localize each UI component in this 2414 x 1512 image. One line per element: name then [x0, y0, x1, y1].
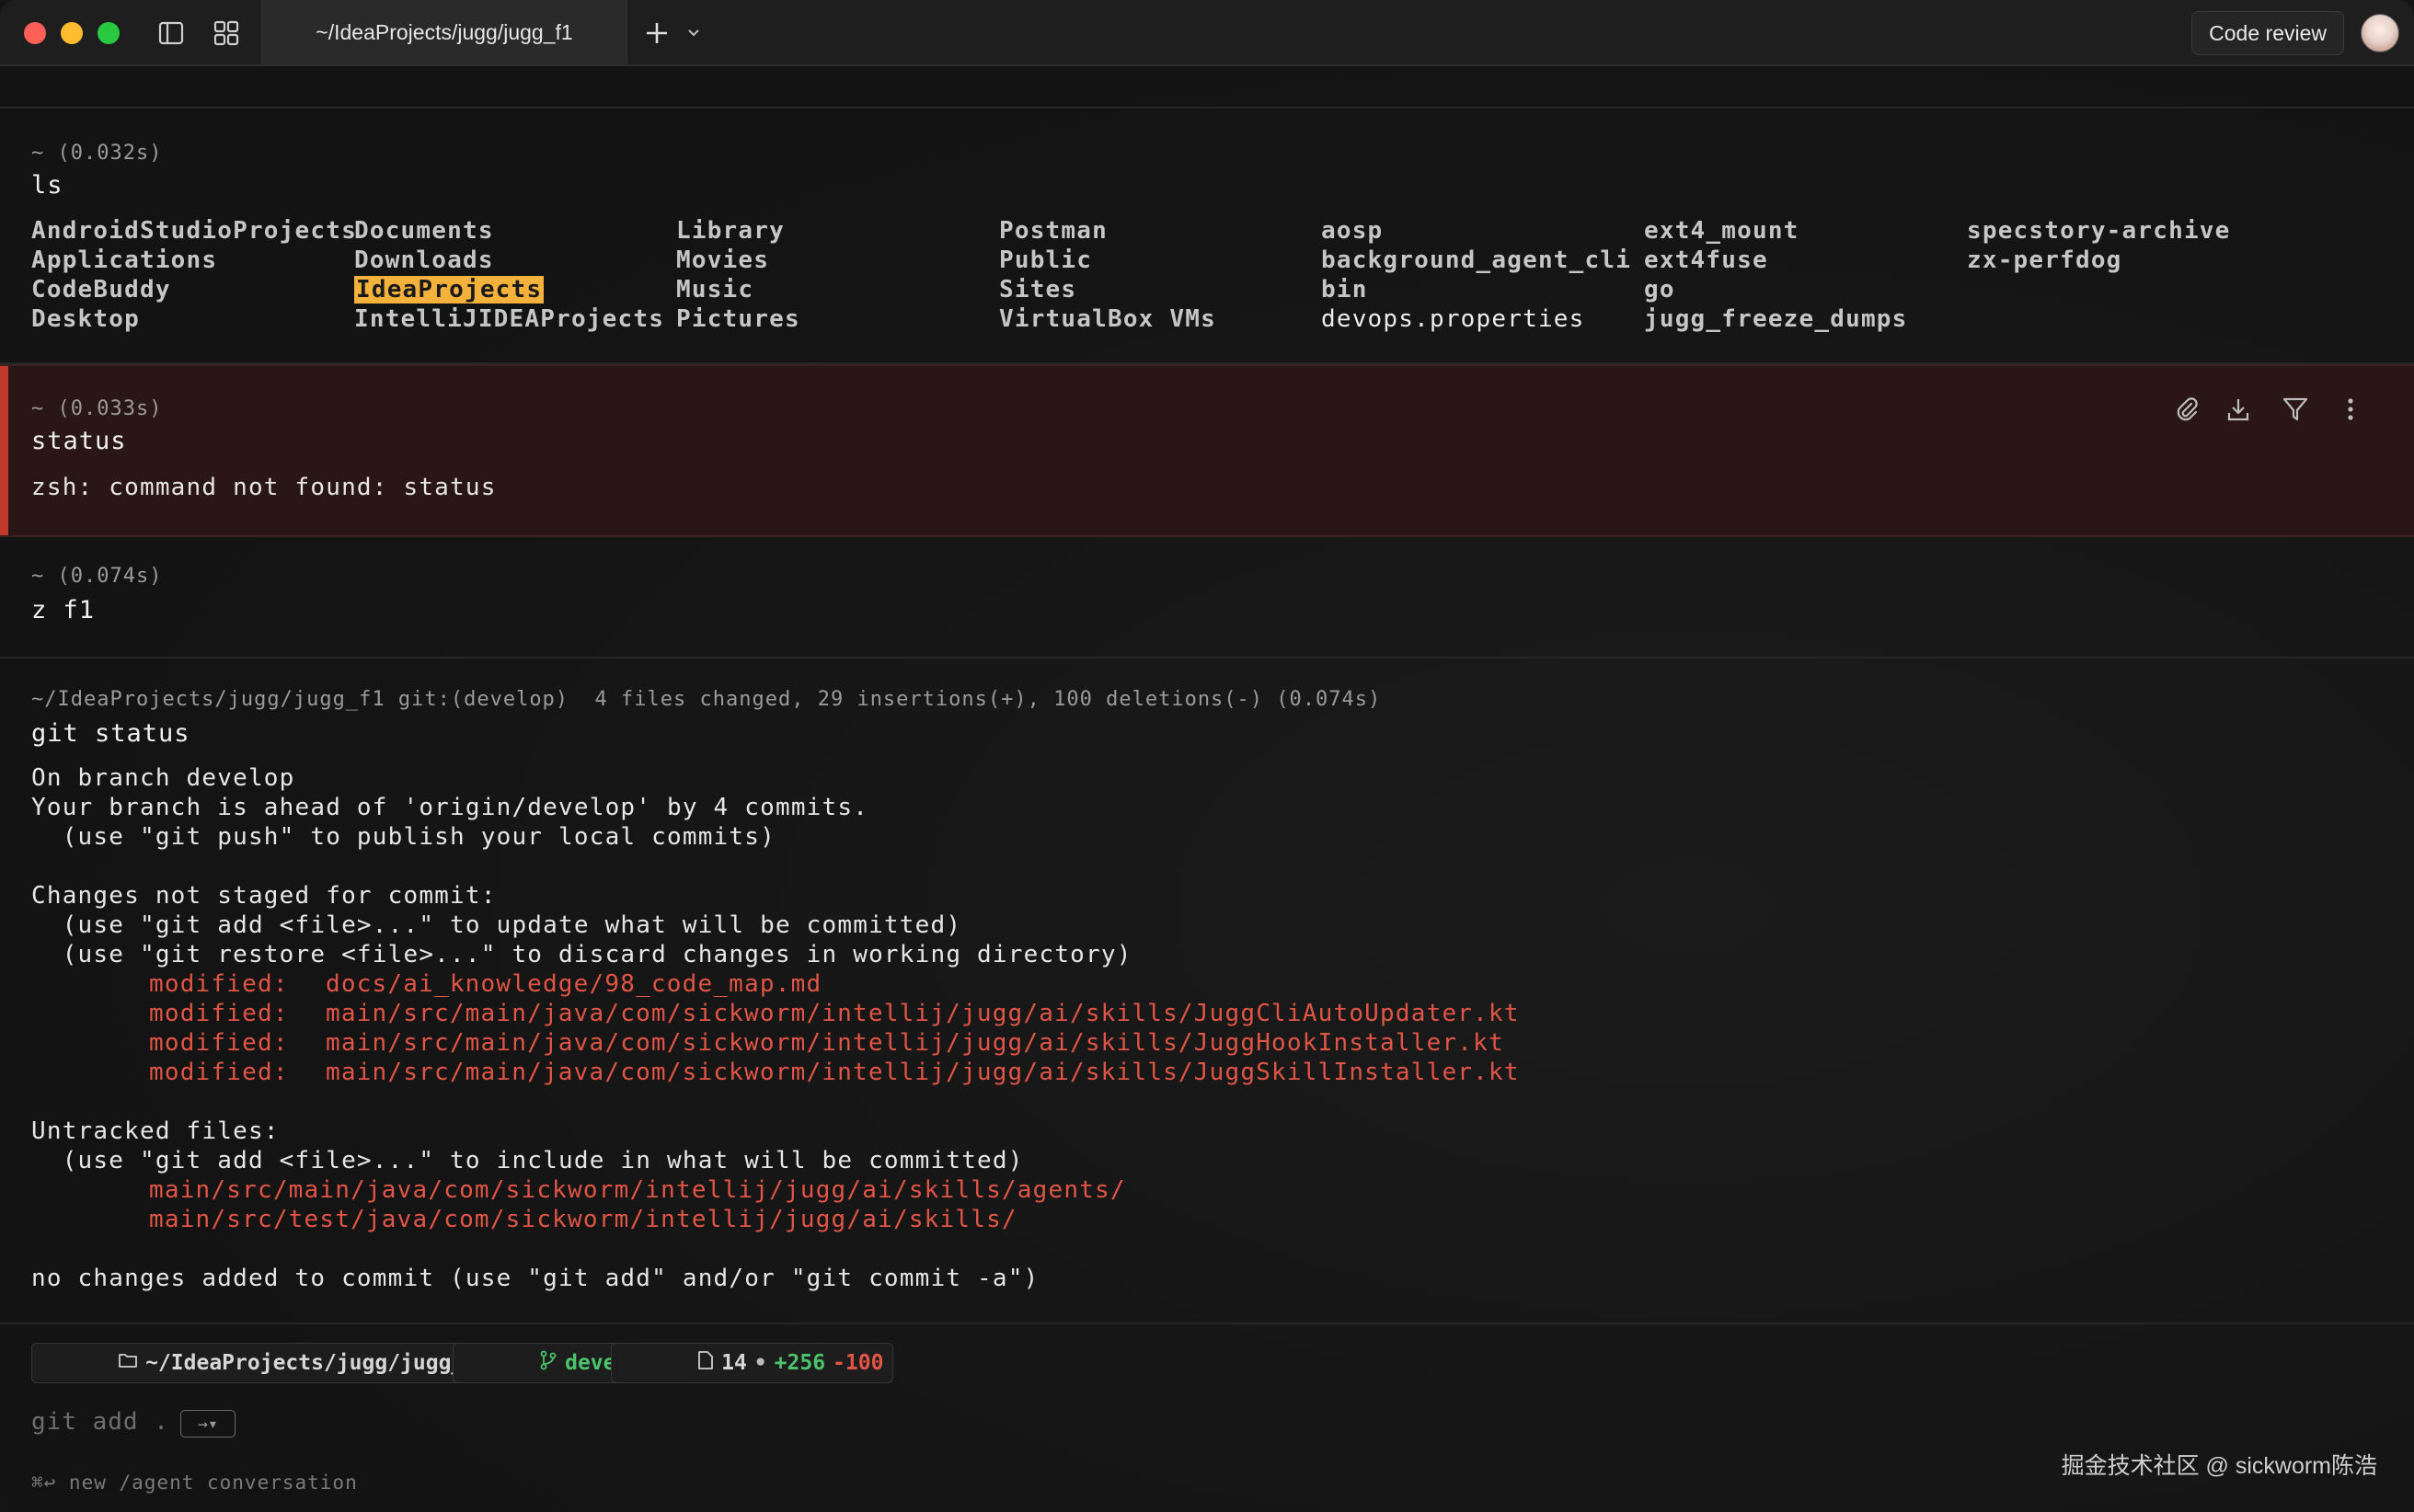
- block-command: z f1: [31, 596, 96, 624]
- modified-file-path: main/src/main/java/com/sickworm/intellij…: [326, 1000, 1520, 1027]
- diff-stats-chip[interactable]: 14 • +256 -100: [611, 1343, 894, 1383]
- download-icon[interactable]: [2223, 394, 2254, 425]
- error-indicator: [0, 366, 8, 535]
- modified-label: modified:: [149, 970, 289, 998]
- tab-active[interactable]: ~/IdeaProjects/jugg/jugg_f1: [261, 0, 627, 64]
- ls-entry[interactable]: Sites: [999, 276, 1076, 304]
- filter-icon[interactable]: [2280, 394, 2311, 425]
- ls-entry[interactable]: Applications: [31, 246, 217, 274]
- ls-entry[interactable]: VirtualBox VMs: [999, 305, 1216, 333]
- watermark: 掘金技术社区 @ sickworm陈浩: [2061, 1453, 2377, 1479]
- agent-hint: ⌘↩ new /agent conversation: [31, 1472, 358, 1494]
- git-status-line: Changes not staged for commit:: [31, 882, 497, 910]
- block-command: ls: [31, 171, 63, 200]
- block-meta: ~ (0.032s): [31, 142, 163, 165]
- block-meta: ~ (0.033s): [31, 397, 163, 420]
- ls-entry[interactable]: Postman: [999, 217, 1108, 245]
- directory-path: ~/IdeaProjects/jugg/jugg_f1: [145, 1351, 489, 1375]
- accept-suggestion-key[interactable]: →▾: [180, 1410, 236, 1438]
- terminal-window: ~/IdeaProjects/jugg/jugg_f1 Code review …: [0, 0, 2414, 1512]
- ls-entry[interactable]: ext4_mount: [1644, 217, 1799, 245]
- separator-dot: •: [753, 1351, 767, 1375]
- modified-file-path: docs/ai_knowledge/98_code_map.md: [326, 970, 822, 998]
- untracked-file-path: main/src/main/java/com/sickworm/intellij…: [149, 1176, 1126, 1204]
- deletions-count: -100: [833, 1351, 884, 1375]
- ls-entry[interactable]: jugg_freeze_dumps: [1644, 305, 1908, 333]
- modified-label: modified:: [149, 1000, 289, 1027]
- ls-entry[interactable]: Desktop: [31, 305, 140, 333]
- ls-entry[interactable]: Pictures: [676, 305, 800, 333]
- error-block[interactable]: [0, 364, 2414, 537]
- close-window-button[interactable]: [24, 22, 46, 44]
- error-output: zsh: command not found: status: [31, 474, 497, 501]
- files-count: 14: [721, 1351, 747, 1375]
- divider: [0, 657, 2414, 659]
- git-status-line: (use "git add <file>..." to update what …: [31, 911, 962, 939]
- git-status-line: Untracked files:: [31, 1117, 280, 1145]
- ls-entry[interactable]: CodeBuddy: [31, 276, 171, 304]
- ls-entry[interactable]: Documents: [354, 217, 494, 245]
- file-icon: [621, 1326, 714, 1400]
- ls-entry[interactable]: devops.properties: [1321, 305, 1585, 333]
- minimize-window-button[interactable]: [61, 22, 83, 44]
- directory-chip[interactable]: ~/IdeaProjects/jugg/jugg_f1: [31, 1343, 500, 1383]
- divider: [0, 1323, 2414, 1324]
- block-meta: ~ (0.074s): [31, 565, 163, 588]
- ls-entry[interactable]: Public: [999, 246, 1092, 274]
- ls-entry[interactable]: Library: [676, 217, 785, 245]
- block-command: status: [31, 427, 127, 455]
- modified-label: modified:: [149, 1059, 289, 1086]
- ls-entry[interactable]: background_agent_cli: [1321, 246, 1631, 274]
- attach-paperclip-icon[interactable]: [2171, 394, 2202, 425]
- git-status-line: (use "git add <file>..." to include in w…: [31, 1147, 1024, 1174]
- more-options-icon[interactable]: [2335, 394, 2366, 425]
- ls-entry[interactable]: Music: [676, 276, 753, 304]
- git-status-line: On branch develop: [31, 764, 295, 792]
- title-bar: ~/IdeaProjects/jugg/jugg_f1 Code review: [0, 0, 2414, 66]
- git-status-line: (use "git restore <file>..." to discard …: [31, 941, 1132, 968]
- block-command: git status: [31, 719, 190, 748]
- ls-entry[interactable]: go: [1644, 276, 1675, 304]
- code-review-label: Code review: [2209, 20, 2327, 45]
- block-meta: ~/IdeaProjects/jugg/jugg_f1 git:(develop…: [31, 688, 1382, 711]
- zoom-window-button[interactable]: [98, 22, 120, 44]
- ls-entry[interactable]: specstory-archive: [1967, 217, 2231, 245]
- ls-entry[interactable]: Movies: [676, 246, 769, 274]
- chevron-down-icon[interactable]: [677, 17, 710, 50]
- avatar[interactable]: [2361, 14, 2399, 52]
- modified-file-path: main/src/main/java/com/sickworm/intellij…: [326, 1059, 1520, 1086]
- ls-entry[interactable]: aosp: [1321, 217, 1383, 245]
- ls-entry[interactable]: ext4fuse: [1644, 246, 1768, 274]
- sidebar-toggle-icon[interactable]: [155, 17, 188, 50]
- modified-label: modified:: [149, 1029, 289, 1057]
- divider: [0, 107, 2414, 109]
- new-tab-plus-icon[interactable]: [640, 17, 673, 50]
- git-status-line: Your branch is ahead of 'origin/develop'…: [31, 794, 869, 821]
- ls-entry[interactable]: IdeaProjects: [354, 276, 545, 304]
- ls-entry[interactable]: AndroidStudioProjects: [31, 217, 357, 245]
- command-input[interactable]: git add .: [31, 1408, 169, 1436]
- insertions-count: +256: [774, 1351, 826, 1375]
- modified-file-path: main/src/main/java/com/sickworm/intellij…: [326, 1029, 1504, 1057]
- ls-entry[interactable]: IntelliJIDEAProjects: [354, 305, 664, 333]
- tab-title: ~/IdeaProjects/jugg/jugg_f1: [316, 19, 573, 44]
- git-status-line: (use "git push" to publish your local co…: [31, 823, 776, 851]
- git-status-line: no changes added to commit (use "git add…: [31, 1265, 1040, 1292]
- grid-view-icon[interactable]: [210, 17, 243, 50]
- code-review-button[interactable]: Code review: [2191, 11, 2344, 55]
- ls-entry[interactable]: Downloads: [354, 246, 494, 274]
- ls-entry[interactable]: zx-perfdog: [1967, 246, 2122, 274]
- ls-entry[interactable]: bin: [1321, 276, 1368, 304]
- untracked-file-path: main/src/test/java/com/sickworm/intellij…: [149, 1206, 1017, 1233]
- git-branch-icon: [463, 1326, 558, 1400]
- folder-icon: [41, 1327, 138, 1399]
